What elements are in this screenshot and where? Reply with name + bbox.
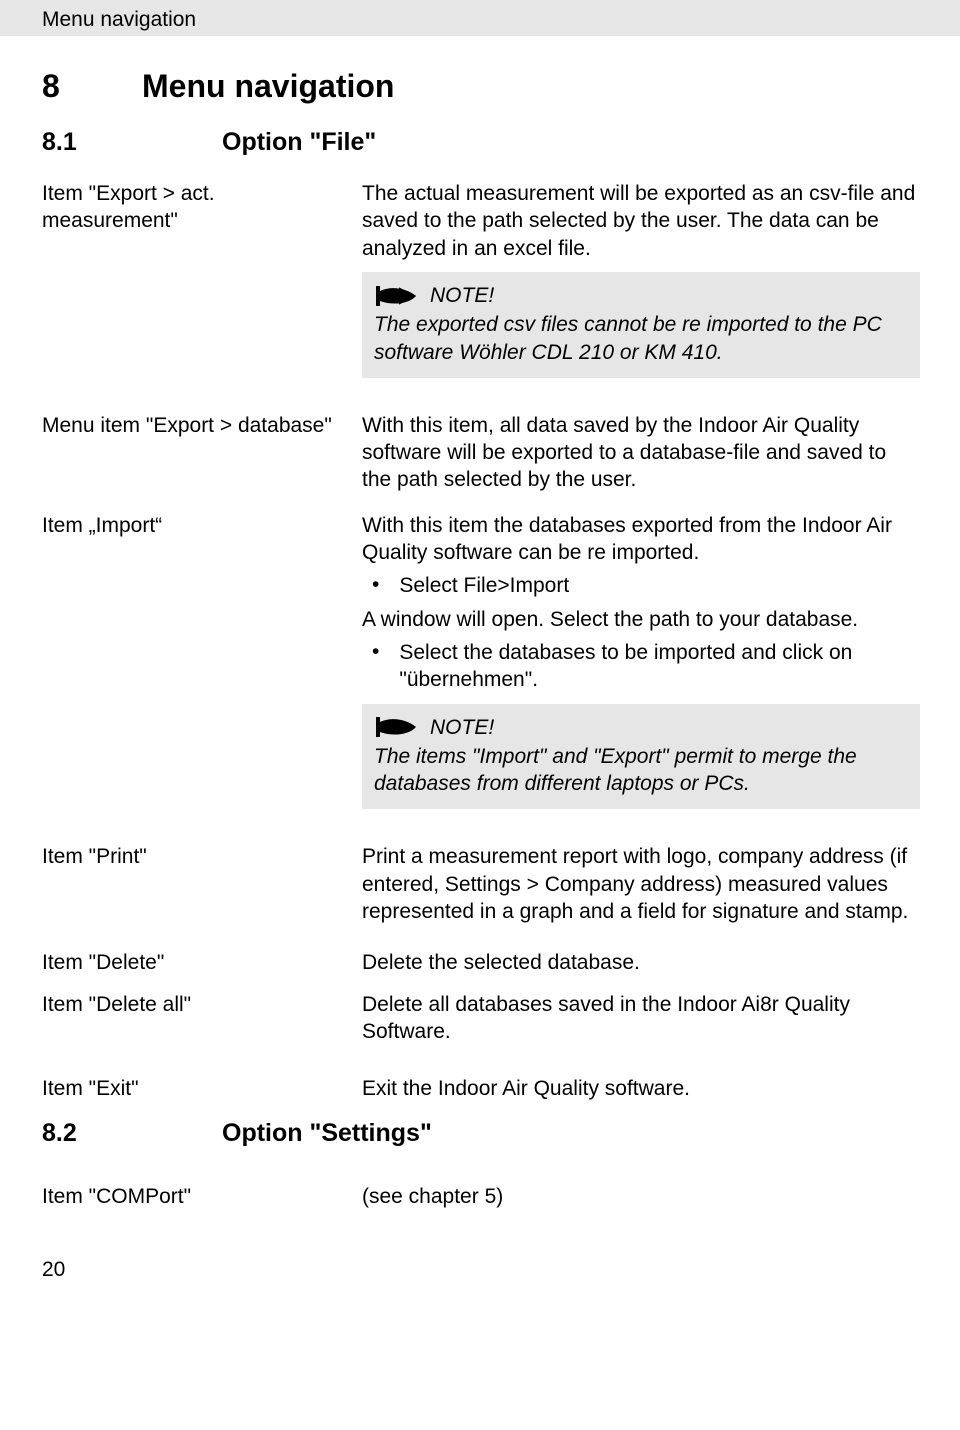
delete-all-desc: Delete all databases saved in the Indoor…: [362, 991, 920, 1046]
note-label: NOTE!: [430, 714, 494, 741]
section-8-title: Menu navigation: [142, 66, 394, 108]
row-comport: Item "COMPort" (see chapter 5): [42, 1183, 920, 1216]
row-print: Item "Print" Print a measurement report …: [42, 843, 920, 931]
row-export-db: Menu item "Export > database" With this …: [42, 412, 920, 500]
header-tab: Menu navigation: [0, 0, 960, 36]
section-8-1-number: 8.1: [42, 126, 222, 159]
bullet-icon: •: [372, 639, 379, 664]
section-8-1-heading: 8.1 Option "File": [42, 126, 920, 159]
bullet-icon: •: [372, 572, 379, 597]
row-export-act: Item "Export > act. measurement" The act…: [42, 180, 920, 378]
section-8-number: 8: [42, 66, 142, 108]
pointing-hand-icon: [374, 714, 418, 740]
import-bullet-2-text: Select the databases to be imported and …: [399, 639, 920, 694]
exit-label: Item "Exit": [42, 1077, 139, 1100]
note-body: The exported csv files cannot be re impo…: [374, 311, 908, 366]
export-db-label: Menu item "Export > database": [42, 414, 332, 437]
note-label: NOTE!: [430, 282, 494, 309]
row-delete: Item "Delete" Delete the selected databa…: [42, 949, 920, 982]
section-8-heading: 8 Menu navigation: [42, 66, 920, 108]
import-bullet-1: • Select File>Import: [372, 572, 920, 599]
row-import: Item „Import“ With this item the databas…: [42, 512, 920, 810]
import-bullet-2: • Select the databases to be imported an…: [372, 639, 920, 694]
pointing-hand-icon: [374, 283, 418, 309]
row-delete-all: Item "Delete all" Delete all databases s…: [42, 991, 920, 1052]
export-act-desc: The actual measurement will be exported …: [362, 180, 920, 262]
export-db-desc: With this item, all data saved by the In…: [362, 412, 920, 494]
section-8-2-number: 8.2: [42, 1117, 222, 1150]
note-body: The items "Import" and "Export" permit t…: [374, 743, 908, 798]
import-desc2: A window will open. Select the path to y…: [362, 606, 920, 633]
tab-title: Menu navigation: [42, 8, 196, 31]
export-act-label: Item "Export > act. measurement": [42, 182, 215, 232]
section-8-1-title: Option "File": [222, 126, 376, 159]
delete-desc: Delete the selected database.: [362, 949, 920, 976]
page-number: 20: [42, 1256, 920, 1283]
import-desc1: With this item the databases exported fr…: [362, 512, 920, 567]
print-desc: Print a measurement report with logo, co…: [362, 843, 920, 925]
import-note: NOTE! The items "Import" and "Export" pe…: [362, 704, 920, 810]
row-exit: Item "Exit" Exit the Indoor Air Quality …: [42, 1075, 920, 1108]
export-act-note: NOTE! The exported csv files cannot be r…: [362, 272, 920, 378]
delete-label: Item "Delete": [42, 951, 164, 974]
section-8-2-heading: 8.2 Option "Settings": [42, 1117, 920, 1150]
section-8-2-title: Option "Settings": [222, 1117, 432, 1150]
exit-desc: Exit the Indoor Air Quality software.: [362, 1075, 920, 1102]
comport-label: Item "COMPort": [42, 1185, 191, 1208]
print-label: Item "Print": [42, 845, 147, 868]
comport-desc: (see chapter 5): [362, 1183, 920, 1210]
import-bullet-1-text: Select File>Import: [399, 572, 569, 599]
delete-all-label: Item "Delete all": [42, 993, 191, 1016]
import-label: Item „Import“: [42, 514, 162, 537]
